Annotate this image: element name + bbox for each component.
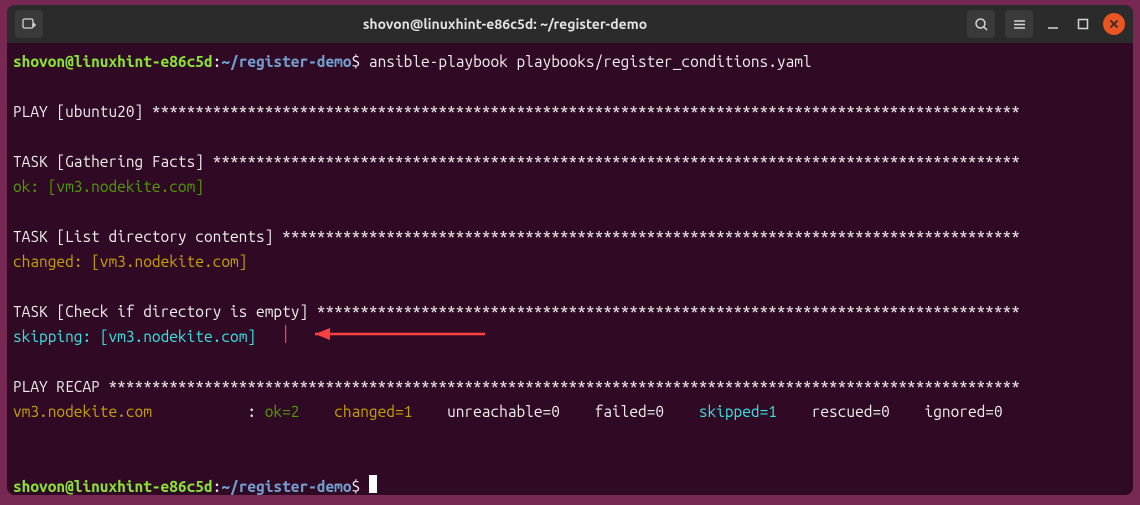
recap-skipped: skipped=1: [699, 403, 777, 420]
titlebar: shovon@linuxhint-e86c5d: ~/register-demo: [7, 5, 1133, 43]
close-button[interactable]: [1103, 13, 1125, 35]
task1-ok: ok:: [13, 178, 48, 195]
recap-sep5: [777, 403, 812, 420]
minimize-button[interactable]: [1043, 14, 1063, 34]
recap-sep3: [560, 403, 595, 420]
recap-ok: ok=2: [265, 403, 300, 420]
new-tab-icon: [21, 16, 37, 32]
arrow-annotation: [285, 321, 495, 347]
recap-sep4: [664, 403, 699, 420]
search-button[interactable]: [967, 10, 995, 38]
titlebar-left: [15, 10, 43, 38]
recap-spacer: :: [152, 403, 265, 420]
titlebar-right: [967, 10, 1125, 38]
new-tab-button[interactable]: [15, 10, 43, 38]
recap-rescued: rescued=0: [812, 403, 890, 420]
maximize-icon: [1077, 18, 1089, 30]
prompt-user-host: shovon@linuxhint-e86c5d: [13, 53, 213, 70]
minimize-icon: [1047, 18, 1059, 30]
cursor: [369, 475, 377, 493]
recap-failed: failed=0: [595, 403, 664, 420]
prompt2-dollar: $: [352, 478, 361, 495]
task1-host: [vm3.nodekite.com]: [48, 178, 204, 195]
command-text: [360, 53, 369, 70]
recap-sep2: [412, 403, 447, 420]
search-icon: [974, 17, 989, 32]
menu-button[interactable]: [1005, 10, 1033, 38]
close-icon: [1109, 19, 1119, 29]
task1-header: TASK [Gathering Facts] *****************…: [13, 153, 1020, 170]
terminal-body[interactable]: shovon@linuxhint-e86c5d:~/register-demo$…: [7, 43, 1133, 495]
recap-header: PLAY RECAP *****************************…: [13, 378, 1020, 395]
task3-header: TASK [Check if directory is empty] *****…: [13, 303, 1020, 320]
task2-changed: changed:: [13, 253, 91, 270]
prompt-dollar: $: [352, 53, 361, 70]
terminal-window: shovon@linuxhint-e86c5d: ~/register-demo: [7, 5, 1133, 495]
recap-host: vm3.nodekite.com: [13, 403, 152, 420]
hamburger-icon: [1012, 17, 1027, 32]
recap-ignored: ignored=0: [925, 403, 1003, 420]
maximize-button[interactable]: [1073, 14, 1093, 34]
command: ansible-playbook playbooks/register_cond…: [369, 53, 812, 70]
recap-changed: changed=1: [334, 403, 412, 420]
prompt-path: ~/register-demo: [221, 53, 351, 70]
prompt2-path: ~/register-demo: [221, 478, 351, 495]
task3-skipping: skipping:: [13, 328, 100, 345]
play-header: PLAY [ubuntu20] ************************…: [13, 103, 1020, 120]
task2-host: [vm3.nodekite.com]: [91, 253, 247, 270]
recap-unreachable: unreachable=0: [447, 403, 560, 420]
recap-sep6: [890, 403, 925, 420]
task3-host: [vm3.nodekite.com]: [100, 328, 256, 345]
prompt2-user-host: shovon@linuxhint-e86c5d: [13, 478, 213, 495]
task2-header: TASK [List directory contents] *********…: [13, 228, 1020, 245]
recap-sep1: [299, 403, 334, 420]
window-title: shovon@linuxhint-e86c5d: ~/register-demo: [43, 16, 967, 32]
